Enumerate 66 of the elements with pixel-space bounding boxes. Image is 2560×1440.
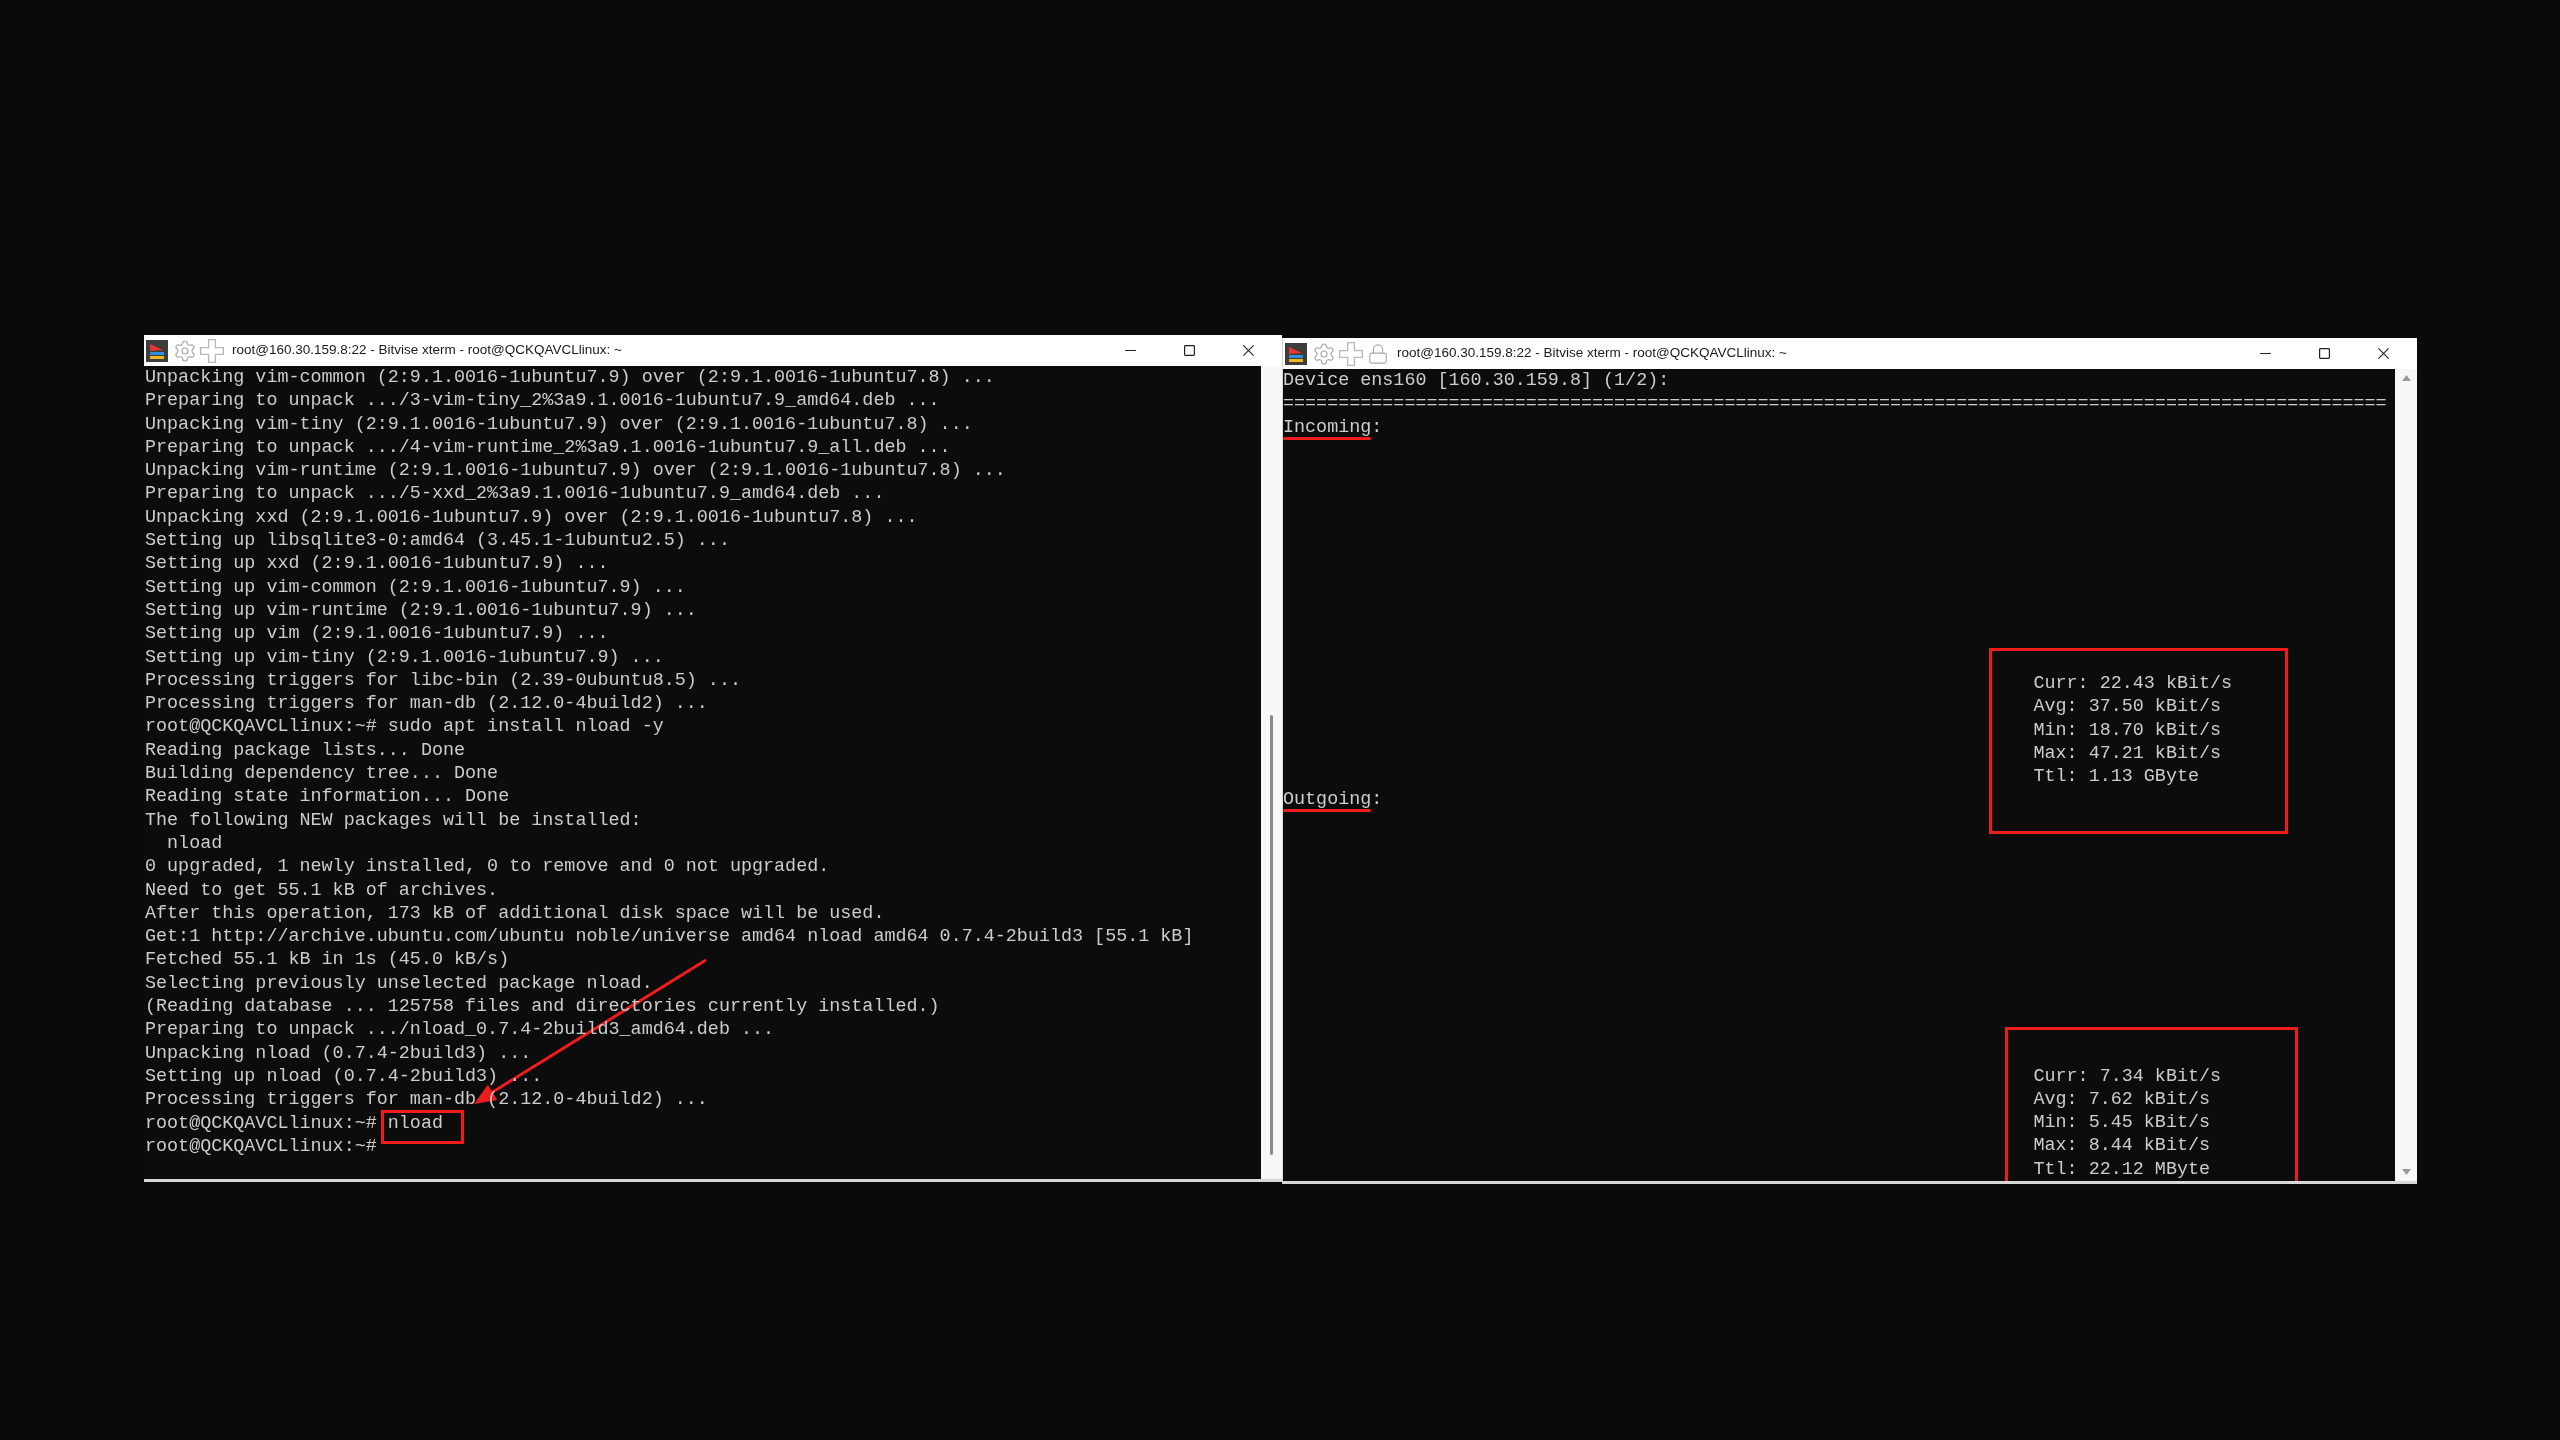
terminal-line: Setting up xxd (2:9.1.0016-1ubuntu7.9) ... <box>145 553 609 575</box>
terminal-line: Setting up vim-tiny (2:9.1.0016-1ubuntu7.9) ... <box>145 646 664 668</box>
terminal-line: nload <box>166 832 223 854</box>
terminal-line: Reading state information... Done <box>145 786 510 808</box>
terminal-line: Setting up vim-runtime (2:9.1.0016-1ubuntu7.9) ... <box>145 599 697 621</box>
terminal-line: Setting up vim (2:9.1.0016-1ubuntu7.9) ... <box>145 623 609 645</box>
terminal-line: Setting up libsqlite3-0:amd64 (3.45.1-1ubuntu2.5) ... <box>145 530 730 552</box>
logo-icon <box>146 339 168 362</box>
terminal-line: Preparing to unpack .../4-vim-runtime_2%3a9.1.0016-1ubuntu7.9_all.deb ... <box>145 436 951 458</box>
stat-text: Min: 5.45 kBit/s <box>2033 1112 2211 1134</box>
prompt-text: root@QCKQAVCLlinux:~# <box>145 715 377 739</box>
stat-text: Avg: 7.62 kBit/s <box>2033 1088 2211 1110</box>
logo-icon <box>1285 342 1307 365</box>
terminal-line: Processing triggers for libc-bin (2.39-0ubuntu8.5) ... <box>145 669 741 691</box>
stat-text: Max: 8.44 kBit/s <box>2033 1135 2211 1157</box>
window-title: root@160.30.159.8:22 - Bitvise xterm - root@QCKQAVCLlinux: ~ <box>1397 344 1787 363</box>
window-title: root@160.30.159.8:22 - Bitvise xterm - root@QCKQAVCLlinux: ~ <box>232 341 622 360</box>
separator-line: ==================================================================================================== <box>1283 393 2387 415</box>
terminal-line: Get:1 http://archive.ubuntu.com/ubuntu noble/universe amd64 nload amd64 0.7.4-2build3 [55.1 kB] <box>145 926 1194 948</box>
terminal-line: The following NEW packages will be installed: <box>145 809 642 831</box>
minimize-icon <box>1125 349 1136 352</box>
stat-text: Max: 47.21 kBit/s <box>2033 742 2222 764</box>
terminal-line: Processing triggers for man-db (2.12.0-4build2) ... <box>145 693 708 715</box>
close-icon <box>1243 345 1254 356</box>
terminal-line: Unpacking vim-tiny (2:9.1.0016-1ubuntu7.9) over (2:9.1.0016-1ubuntu7.8) ... <box>145 413 973 435</box>
caret-down-icon[interactable] <box>2401 1169 2411 1175</box>
scrollbar-thumb[interactable] <box>1270 715 1273 1155</box>
command-text: sudo apt install nload -y <box>387 716 664 738</box>
stat-text: Curr: 7.34 kBit/s <box>2033 1065 2222 1087</box>
terminal-line: Processing triggers for man-db (2.12.0-4build2) ... <box>145 1089 708 1111</box>
close-icon <box>2378 348 2389 359</box>
caret-up-icon[interactable] <box>2401 375 2411 381</box>
plus-icon[interactable] <box>200 338 224 363</box>
terminal-line: Building dependency tree... Done <box>145 763 499 785</box>
stat-text: Ttl: 1.13 GByte <box>2033 766 2199 788</box>
prompt-text: root@QCKQAVCLlinux:~# <box>145 1134 377 1159</box>
scrollbar[interactable] <box>1261 366 1282 1179</box>
command-text: nload <box>387 1112 443 1134</box>
terminal-line: Unpacking vim-common (2:9.1.0016-1ubuntu7.9) over (2:9.1.0016-1ubuntu7.8) ... <box>145 367 995 388</box>
section-label: Outgoing: <box>1283 789 1383 811</box>
device-header: Device ens160 [160.30.159.8] (1/2): <box>1283 370 1670 391</box>
prompt-text: root@QCKQAVCLlinux:~# <box>145 1111 377 1135</box>
settings-icon[interactable] <box>1312 341 1336 366</box>
terminal-line: Reading package lists... Done <box>145 739 466 761</box>
maximize-icon <box>2319 348 2330 359</box>
plus-icon[interactable] <box>1339 341 1363 366</box>
maximize-icon <box>1184 345 1195 356</box>
terminal-line: Preparing to unpack .../5-xxd_2%3a9.1.0016-1ubuntu7.9_amd64.deb ... <box>145 483 885 505</box>
scrollbar[interactable] <box>2395 369 2417 1181</box>
terminal-line: Setting up vim-common (2:9.1.0016-1ubuntu7.9) ... <box>145 576 686 598</box>
terminal-line: Need to get 55.1 kB of archives. <box>145 879 499 901</box>
section-label: Incoming: <box>1283 416 1383 438</box>
terminal-line: Preparing to unpack .../3-vim-tiny_2%3a9.1.0016-1ubuntu7.9_amd64.deb ... <box>145 390 940 412</box>
terminal-line: Unpacking xxd (2:9.1.0016-1ubuntu7.9) over (2:9.1.0016-1ubuntu7.8) ... <box>145 506 918 528</box>
terminal-line: 0 upgraded, 1 newly installed, 0 to remove and 0 not upgraded. <box>145 856 830 878</box>
terminal-line: After this operation, 173 kB of additional disk space will be used. <box>145 902 885 924</box>
stat-text: Ttl: 22.12 MByte <box>2033 1158 2211 1180</box>
settings-icon[interactable] <box>173 338 197 363</box>
terminal-line: Selecting previously unselected package nload. <box>145 972 653 994</box>
terminal-line: Unpacking nload (0.7.4-2build3) ... <box>145 1042 532 1064</box>
stat-text: Min: 18.70 kBit/s <box>2033 719 2222 741</box>
minimize-icon <box>2260 352 2271 355</box>
stat-text: Avg: 37.50 kBit/s <box>2033 696 2222 718</box>
stat-text: Curr: 22.43 kBit/s <box>2033 672 2233 694</box>
terminal-line: Unpacking vim-runtime (2:9.1.0016-1ubuntu7.9) over (2:9.1.0016-1ubuntu7.8) ... <box>145 460 1006 482</box>
terminal-line: Fetched 55.1 kB in 1s (45.0 kB/s) <box>145 949 510 971</box>
